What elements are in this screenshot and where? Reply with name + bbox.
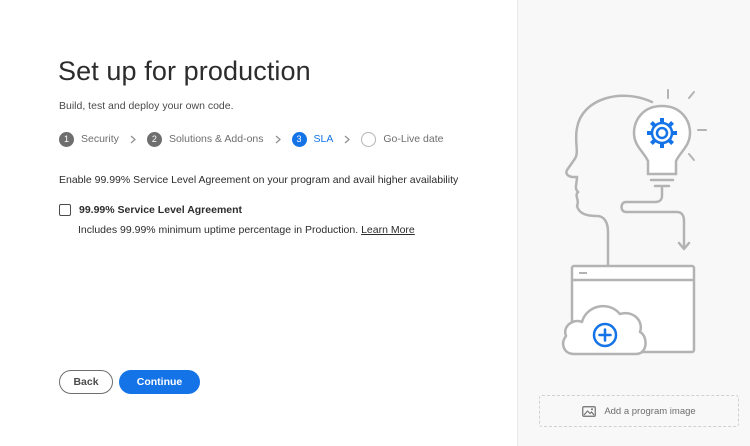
step-sla[interactable]: 3 SLA bbox=[291, 131, 334, 147]
flow-connector bbox=[620, 186, 686, 250]
stepper: 1 Security 2 Solutions & Add-ons 3 SLA G… bbox=[59, 131, 443, 147]
chevron-right-icon bbox=[275, 135, 281, 144]
add-program-image-label: Add a program image bbox=[604, 405, 696, 417]
sla-checkbox[interactable] bbox=[59, 204, 71, 216]
back-button[interactable]: Back bbox=[59, 370, 113, 394]
step-number: 3 bbox=[291, 131, 307, 147]
step-label: SLA bbox=[313, 133, 334, 145]
production-illustration bbox=[562, 89, 707, 356]
continue-button[interactable]: Continue bbox=[119, 370, 200, 394]
step-security[interactable]: 1 Security bbox=[59, 131, 119, 147]
step-solutions-addons[interactable]: 2 Solutions & Add-ons bbox=[146, 131, 264, 147]
main-panel: Set up for production Build, test and de… bbox=[0, 0, 517, 446]
page-title: Set up for production bbox=[58, 56, 311, 86]
step-label: Go-Live date bbox=[383, 133, 444, 145]
add-program-image-button[interactable]: Add a program image bbox=[539, 395, 739, 427]
sla-checkbox-label[interactable]: 99.99% Service Level Agreement bbox=[79, 204, 242, 216]
step-number: 2 bbox=[146, 131, 162, 147]
sla-description-text: Includes 99.99% minimum uptime percentag… bbox=[78, 224, 359, 236]
step-number: 1 bbox=[59, 131, 74, 147]
step-label: Security bbox=[81, 133, 119, 145]
chevron-right-icon bbox=[130, 135, 136, 144]
sla-intro-text: Enable 99.99% Service Level Agreement on… bbox=[59, 174, 459, 186]
sla-option: 99.99% Service Level Agreement bbox=[59, 204, 242, 216]
add-circle-icon bbox=[592, 322, 618, 348]
lightbulb-outline bbox=[632, 104, 692, 176]
image-icon bbox=[582, 405, 597, 417]
page-subtitle: Build, test and deploy your own code. bbox=[59, 100, 234, 112]
step-go-live-date[interactable]: Go-Live date bbox=[361, 131, 444, 147]
step-label: Solutions & Add-ons bbox=[168, 133, 264, 145]
learn-more-link[interactable]: Learn More bbox=[361, 224, 415, 236]
sla-description: Includes 99.99% minimum uptime percentag… bbox=[78, 224, 415, 236]
step-number bbox=[361, 131, 377, 147]
chevron-right-icon bbox=[344, 135, 351, 144]
illustration-panel: Add a program image bbox=[517, 0, 750, 446]
